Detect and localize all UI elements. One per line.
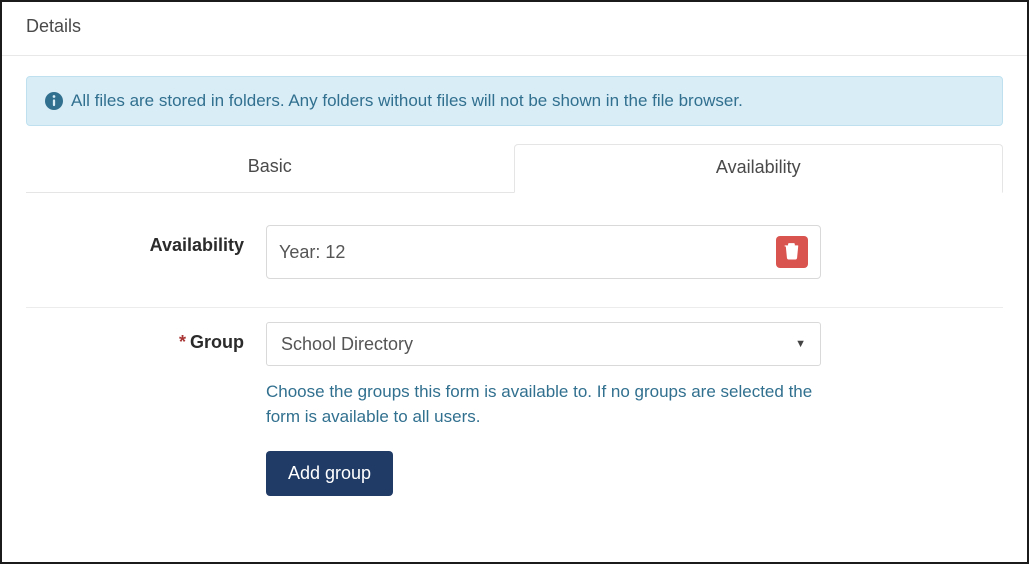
required-star: *: [179, 332, 186, 352]
info-banner: All files are stored in folders. Any fol…: [26, 76, 1003, 126]
info-text: All files are stored in folders. Any fol…: [71, 91, 743, 111]
group-selected-value: School Directory: [281, 334, 787, 355]
tab-bar: Basic Availability: [26, 144, 1003, 193]
row-availability: Availability Year: 12: [26, 211, 1003, 308]
availability-item: Year: 12: [266, 225, 821, 279]
panel-title: Details: [2, 2, 1027, 56]
form-area: Availability Year: 12 *Group School: [2, 193, 1027, 510]
tab-basic[interactable]: Basic: [26, 144, 514, 192]
label-group: *Group: [26, 322, 266, 353]
caret-down-icon: ▼: [787, 338, 806, 350]
delete-availability-button[interactable]: [776, 236, 808, 268]
availability-value: Year: 12: [279, 242, 345, 263]
group-select[interactable]: School Directory ▼: [266, 322, 821, 366]
label-availability: Availability: [26, 225, 266, 256]
trash-icon: [784, 242, 800, 263]
tab-availability[interactable]: Availability: [514, 144, 1004, 193]
group-help-text: Choose the groups this form is available…: [266, 380, 821, 429]
label-group-text: Group: [190, 332, 244, 352]
info-icon: [45, 92, 63, 110]
row-group: *Group School Directory ▼ Choose the gro…: [26, 308, 1003, 510]
add-group-button[interactable]: Add group: [266, 451, 393, 496]
details-panel: Details All files are stored in folders.…: [0, 0, 1029, 564]
